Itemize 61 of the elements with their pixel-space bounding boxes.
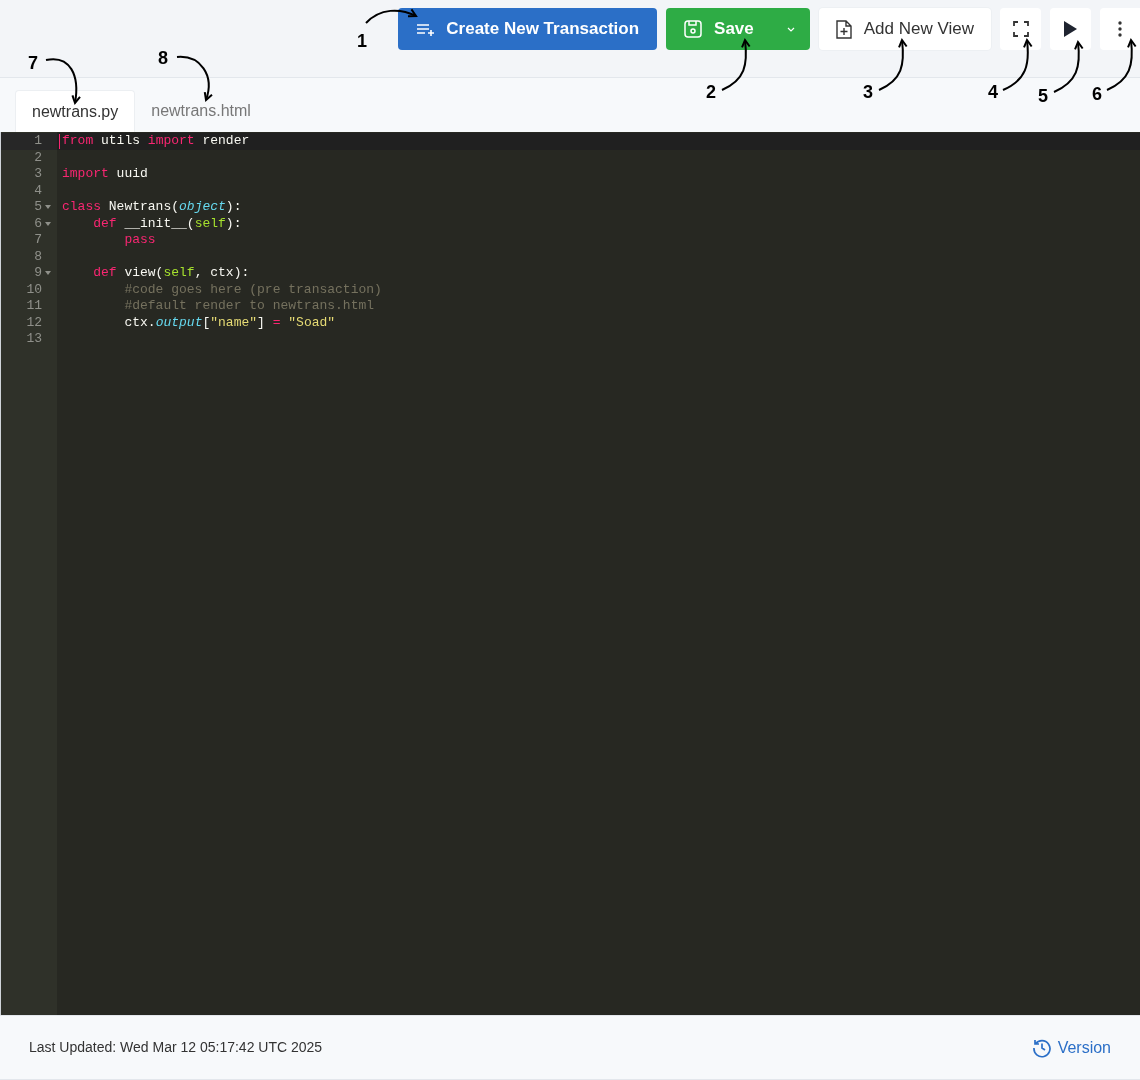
save-split-button[interactable]: Save [666,8,810,50]
more-button[interactable] [1100,8,1140,50]
code-line: #code goes here (pre transaction) [123,281,382,297]
annotation-arrow [878,37,908,91]
file-add-icon [835,19,852,39]
annotation-number: 3 [863,82,873,102]
file-tab[interactable]: newtrans.py [15,90,136,132]
fold-caret-icon[interactable] [45,221,51,226]
file-tab[interactable]: newtrans.html [135,90,267,132]
line-number: 5 [34,199,42,216]
line-number: 2 [34,149,42,166]
annotation-number: 4 [988,82,998,102]
line-number: 10 [26,281,42,298]
code-line: def __init__(self): [92,215,242,231]
code-line: from utils import render [62,133,250,148]
annotation-number: 2 [706,82,716,102]
line-number: 9 [34,265,42,282]
version-link[interactable]: Version [1031,1035,1111,1060]
line-number: 12 [26,314,42,331]
annotation-arrow [1106,37,1137,91]
text-cursor [59,134,60,149]
code-line: ctx.output["name"] = "Soad" [123,314,336,330]
fold-caret-icon[interactable] [45,271,51,276]
list-add-icon [416,21,437,37]
annotation-arrow [176,55,213,102]
line-number: 3 [34,166,42,183]
last-updated-text: Last Updated: Wed Mar 12 05:17:42 UTC 2025 [29,1038,323,1057]
annotation-arrow [1002,37,1033,91]
line-number: 4 [34,182,42,199]
fold-caret-icon[interactable] [45,205,51,210]
caret-icon [786,26,795,32]
run-button[interactable] [1050,8,1091,50]
save-icon [684,20,703,38]
more-icon [1118,21,1122,37]
code-line: def view(self, ctx): [92,265,250,280]
annotation-number: 5 [1038,86,1048,106]
annotation-number: 8 [158,48,168,68]
annotation-arrow [721,37,751,91]
code-line: class Newtrans(object): [62,199,242,214]
line-number: 13 [26,331,42,348]
line-number: 1 [34,133,42,150]
code-line: import uuid [62,166,148,181]
fullscreen-button[interactable] [1000,8,1041,50]
line-number: 6 [34,215,42,232]
line-number: 8 [34,248,42,265]
history-icon [1031,1037,1052,1058]
annotation-arrow [45,58,81,106]
annotation-number: 1 [357,31,367,51]
code-line: pass [123,232,156,247]
play-icon [1064,21,1077,37]
annotation-number: 6 [1092,84,1102,104]
code-line: #default render to newtrans.html [123,298,375,313]
create-transaction-button[interactable]: Create New Transaction [398,8,658,50]
annotation-arrow [365,8,418,24]
line-number: 11 [26,298,42,315]
fullscreen-icon [1012,21,1029,37]
annotation-number: 7 [28,53,38,73]
line-number: 7 [34,232,42,249]
add-view-button[interactable]: Add New View [818,8,991,50]
save-button[interactable]: Save [666,8,772,50]
annotation-arrow [1053,39,1084,93]
